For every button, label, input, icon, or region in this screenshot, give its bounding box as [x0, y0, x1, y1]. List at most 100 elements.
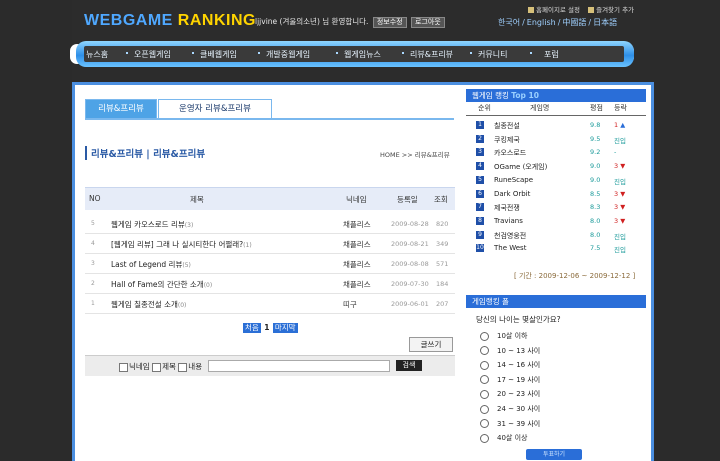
nickname-checkbox[interactable]: [119, 362, 128, 372]
poll-option[interactable]: 31 ~ 39 사이: [480, 419, 540, 429]
col-title: 제목: [190, 195, 204, 204]
ranking-row[interactable]: 7 제국전쟁 8.3 3 ▼: [466, 201, 646, 214]
rank-col-name: 게임명: [530, 104, 550, 112]
first-page-button[interactable]: 처음: [243, 323, 261, 333]
site-logo[interactable]: WEBGAME RANKING: [84, 12, 256, 30]
content-checkbox[interactable]: [178, 362, 188, 372]
ranking-row[interactable]: 8 Travians 8.0 3 ▼: [466, 215, 646, 228]
rank-game-name[interactable]: OGame (오게임): [494, 162, 547, 172]
rank-game-name[interactable]: 카오스로드: [494, 148, 526, 158]
row-title[interactable]: 웹게임 칠종전설 소개(0): [111, 299, 186, 310]
ranking-row[interactable]: 2 쿠킹제국 9.5 진입: [466, 133, 646, 146]
rank-game-name[interactable]: 천검영웅전: [494, 231, 526, 241]
row-author: 띠구: [343, 300, 357, 309]
ranking-row[interactable]: 1 칠종전설 9.8 1 ▲: [466, 119, 646, 132]
row-title[interactable]: Last of Legend 리뷰(5): [111, 259, 191, 270]
ranking-row[interactable]: 10 The West 7.5 진입: [466, 242, 646, 255]
rank-score: 9.2: [590, 148, 601, 157]
poll-radio[interactable]: [480, 375, 489, 385]
row-title[interactable]: 웹게임 카오스로드 리뷰(3): [111, 219, 193, 230]
poll-option[interactable]: 10 ~ 13 사이: [480, 346, 540, 356]
poll-radio[interactable]: [480, 331, 489, 341]
vote-button[interactable]: 투표하기: [526, 449, 582, 460]
rank-badge: 4: [476, 162, 484, 171]
ranking-row[interactable]: 9 천검영웅전 8.0 진입: [466, 229, 646, 242]
row-date: 2009-08-08: [391, 260, 429, 268]
nav-item-forum[interactable]: 포럼: [544, 49, 559, 60]
rank-col-score: 평점: [590, 104, 603, 112]
poll-option[interactable]: 20 ~ 23 사이: [480, 389, 540, 399]
search-button[interactable]: 검색: [396, 360, 422, 371]
table-row[interactable]: 3 Last of Legend 리뷰(5) 채플리스 2009-08-08 5…: [85, 254, 455, 274]
nav-divider: [126, 52, 128, 54]
nav-item-webgame-news[interactable]: 웹게임뉴스: [344, 49, 381, 60]
poll-option[interactable]: 10살 이하: [480, 331, 527, 341]
logout-button[interactable]: 로그아웃: [410, 17, 445, 28]
table-row[interactable]: 1 웹게임 칠종전설 소개(0) 띠구 2009-06-01 207: [85, 294, 455, 314]
rank-game-name[interactable]: Travians: [494, 217, 523, 225]
poll-option-label: 40살 이상: [497, 434, 528, 443]
rank-game-name[interactable]: RuneScape: [494, 176, 533, 184]
poll-option[interactable]: 24 ~ 30 사이: [480, 404, 540, 414]
poll-radio[interactable]: [480, 346, 489, 356]
nav-item-open-webgame[interactable]: 오픈웹게임: [134, 49, 171, 60]
ranking-row[interactable]: 3 카오스로드 9.2 -: [466, 146, 646, 159]
table-row[interactable]: 2 Hall of Fame의 간단한 소개(0) 채플리스 2009-07-3…: [85, 274, 455, 294]
ranking-row[interactable]: 4 OGame (오게임) 9.0 3 ▼: [466, 160, 646, 173]
lang-en-link[interactable]: English: [527, 18, 556, 27]
ranking-row[interactable]: 6 Dark Orbit 8.5 3 ▼: [466, 188, 646, 201]
poll-question: 당신의 나이는 몇살인가요?: [476, 315, 561, 324]
poll-radio[interactable]: [480, 360, 489, 370]
rank-badge: 7: [476, 203, 484, 212]
comment-count: (0): [203, 282, 213, 289]
nav-item-beta-webgame[interactable]: 클베웹게임: [200, 49, 237, 60]
set-homepage-link[interactable]: 홈페이지로 설정: [536, 6, 580, 14]
nav-item-dev-webgame[interactable]: 개발중웹게임: [266, 49, 310, 60]
rank-game-name[interactable]: 쿠킹제국: [494, 135, 520, 145]
nav-item-news-home[interactable]: 뉴스홈: [86, 49, 108, 60]
poll-radio[interactable]: [480, 389, 489, 399]
nav-divider: [258, 52, 260, 54]
poll-option[interactable]: 14 ~ 16 사이: [480, 360, 540, 370]
current-page[interactable]: 1: [263, 323, 270, 332]
rank-game-name[interactable]: Dark Orbit: [494, 190, 530, 198]
rank-score: 9.5: [590, 134, 601, 143]
title-checkbox[interactable]: [152, 362, 162, 372]
rank-game-name[interactable]: The West: [494, 244, 526, 252]
table-row[interactable]: 4 [웹게임 리뷰] 그래 나 실시티한다 어쩔래?(1) 채플리스 2009-…: [85, 234, 455, 254]
poll-option[interactable]: 40살 이상: [480, 433, 527, 443]
table-row[interactable]: 5 웹게임 카오스로드 리뷰(3) 채플리스 2009-08-28 820: [85, 214, 455, 234]
row-title[interactable]: [웹게임 리뷰] 그래 나 실시티한다 어쩔래?(1): [111, 239, 252, 250]
write-button[interactable]: 글쓰기: [409, 337, 453, 352]
welcome-text: ljjvine (겨울의소년) 님 환영합니다.: [255, 17, 369, 26]
add-favorite-link[interactable]: 즐겨찾기 추가: [596, 6, 634, 14]
rank-game-name[interactable]: 칠종전설: [494, 121, 520, 131]
poll-option[interactable]: 17 ~ 19 사이: [480, 375, 540, 385]
rank-game-name[interactable]: 제국전쟁: [494, 203, 520, 213]
lang-ja-link[interactable]: 日本語: [593, 18, 617, 27]
poll-radio[interactable]: [480, 433, 489, 443]
rank-change: 3 ▼: [614, 162, 626, 171]
nav-item-community[interactable]: 커뮤니티: [478, 49, 507, 60]
lang-zh-link[interactable]: 中國語: [562, 18, 586, 27]
poll-option-label: 20 ~ 23 사이: [497, 390, 541, 399]
lang-ko-link[interactable]: 한국어: [498, 18, 520, 27]
rank-score: 8.5: [590, 189, 601, 198]
rank-badge: 5: [476, 175, 484, 184]
col-no: NO: [89, 194, 101, 203]
tab-admin-review-preview[interactable]: 운영자 리뷰&프리뷰: [158, 99, 272, 119]
edit-info-button[interactable]: 정보수정: [372, 17, 407, 28]
last-page-button[interactable]: 마지막: [272, 323, 298, 333]
comment-count: (5): [182, 262, 191, 269]
tab-review-preview[interactable]: 리뷰&프리뷰: [85, 99, 157, 119]
poll-radio[interactable]: [480, 419, 489, 429]
row-title[interactable]: Hall of Fame의 간단한 소개(0): [111, 279, 212, 290]
poll-option-label: 10살 이하: [497, 332, 528, 340]
row-views: 820: [436, 220, 449, 228]
rank-badge: 2: [476, 134, 484, 143]
search-input[interactable]: [208, 360, 390, 372]
poll-option-label: 17 ~ 19 사이: [497, 375, 541, 384]
poll-radio[interactable]: [480, 404, 489, 414]
ranking-row[interactable]: 5 RuneScape 9.0 진입: [466, 174, 646, 187]
nav-item-review-preview[interactable]: 리뷰&프리뷰: [410, 49, 453, 60]
